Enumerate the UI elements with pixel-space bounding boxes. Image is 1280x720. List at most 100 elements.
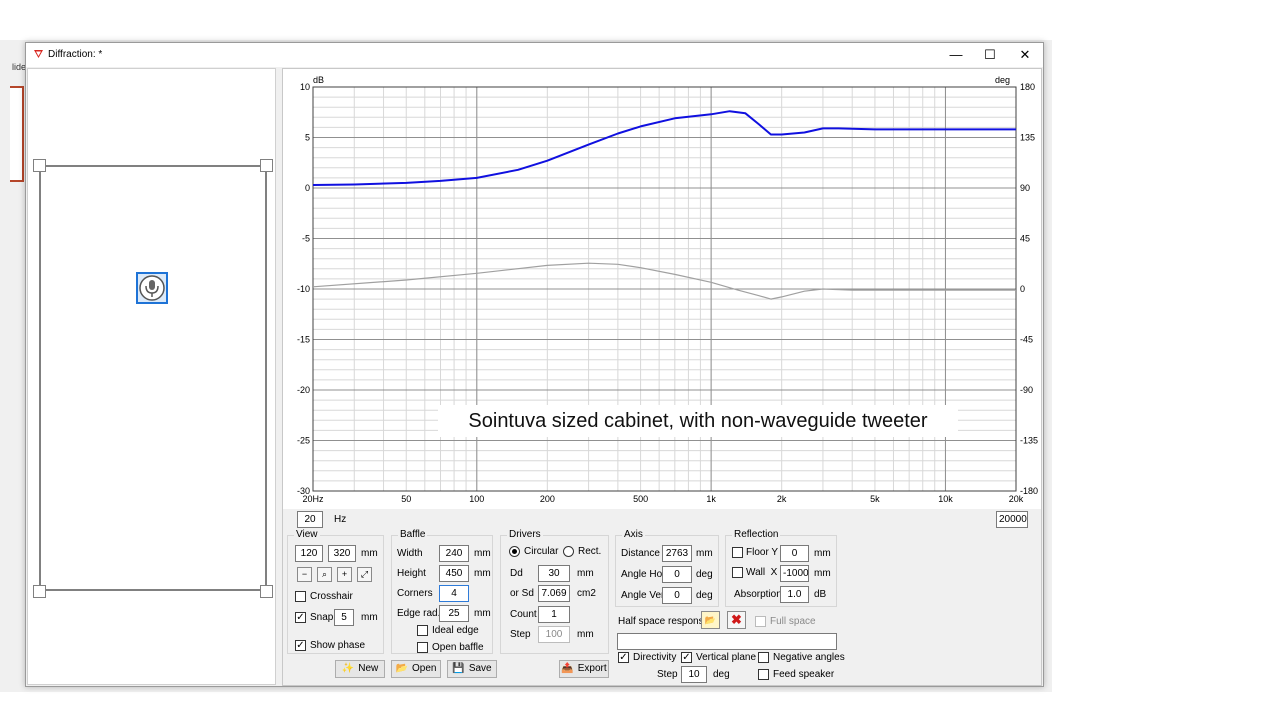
- floor-unit: mm: [814, 548, 831, 559]
- edge-rad-label: Edge rad.: [397, 608, 441, 619]
- background-snippet: lide: [12, 62, 27, 72]
- driver-icon[interactable]: [136, 272, 168, 304]
- view-width-input[interactable]: 120: [295, 545, 323, 562]
- y2-tick-label: 135: [1020, 133, 1035, 143]
- step-input[interactable]: 100: [538, 626, 570, 643]
- distance-unit: mm: [696, 548, 713, 559]
- maximize-button[interactable]: ☐: [973, 44, 1007, 66]
- snap-unit: mm: [361, 612, 378, 623]
- show-phase-label: Show phase: [310, 640, 366, 651]
- distance-input[interactable]: 2763: [662, 545, 692, 562]
- snap-label: Snap: [310, 612, 334, 623]
- open-baffle-label: Open baffle: [432, 642, 484, 653]
- resize-handle-bottom-right[interactable]: [260, 585, 273, 598]
- wall-checkbox[interactable]: [732, 567, 743, 578]
- resize-handle-bottom-left[interactable]: [33, 585, 46, 598]
- circular-radio[interactable]: [509, 546, 520, 557]
- axis-group-title: Axis: [622, 529, 645, 540]
- folder-icon[interactable]: 📂: [701, 611, 720, 629]
- ideal-edge-checkbox[interactable]: [417, 625, 428, 636]
- max-frequency-input[interactable]: 20000: [996, 511, 1028, 528]
- width-label: Width: [397, 548, 423, 559]
- drivers-group: Drivers Circular Rect. Dd 30 mm or Sd 7.…: [500, 529, 609, 654]
- background-shape: [10, 86, 24, 182]
- min-frequency-input[interactable]: 20: [297, 511, 323, 528]
- fit-icon[interactable]: ⤢: [357, 567, 372, 582]
- width-input[interactable]: 240: [439, 545, 469, 562]
- negative-angles-checkbox[interactable]: [758, 652, 769, 663]
- delete-icon[interactable]: ✖: [727, 611, 746, 629]
- folder-open-icon: 📂: [395, 663, 408, 674]
- open-button-label: Open: [411, 663, 437, 674]
- resize-handle-top-left[interactable]: [33, 159, 46, 172]
- baffle-group: Baffle Width 240 mm Height 450 mm Corner…: [391, 529, 493, 654]
- corners-label: Corners: [397, 588, 433, 599]
- zoom-in-icon[interactable]: +: [337, 567, 352, 582]
- count-input[interactable]: 1: [538, 606, 570, 623]
- directivity-checkbox[interactable]: ✓: [618, 652, 629, 663]
- wall-input[interactable]: -1000: [780, 565, 809, 582]
- angle-hor-input[interactable]: 0: [662, 566, 692, 583]
- baffle-outline[interactable]: [39, 165, 267, 591]
- feed-speaker-checkbox[interactable]: [758, 669, 769, 680]
- snap-input[interactable]: 5: [334, 609, 354, 626]
- wall-label: Wall X: [746, 567, 778, 578]
- dd-label: Dd: [510, 568, 523, 579]
- half-space-path-input[interactable]: [617, 633, 837, 650]
- absorption-label: Absorption: [734, 589, 782, 600]
- rect-radio[interactable]: [563, 546, 574, 557]
- x-tick-label: 200: [540, 494, 555, 504]
- directivity-label: Directivity: [633, 652, 677, 663]
- full-space-checkbox[interactable]: [755, 616, 766, 627]
- show-phase-checkbox[interactable]: ✓: [295, 640, 306, 651]
- floor-input[interactable]: 0: [780, 545, 809, 562]
- vertical-plane-checkbox[interactable]: ✓: [681, 652, 692, 663]
- new-button[interactable]: ✨ New: [335, 660, 385, 678]
- absorption-input[interactable]: 1.0: [780, 586, 809, 603]
- x-tick-label: 1k: [706, 494, 716, 504]
- magnitude-series-line: [312, 110, 1016, 186]
- export-button[interactable]: 📤 Export: [559, 660, 609, 678]
- corners-input[interactable]: 4: [439, 585, 469, 602]
- open-button[interactable]: 📂 Open: [391, 660, 441, 678]
- save-button[interactable]: 💾 Save: [447, 660, 497, 678]
- crosshair-checkbox[interactable]: [295, 591, 306, 602]
- resize-handle-top-right[interactable]: [260, 159, 273, 172]
- baffle-canvas[interactable]: [27, 68, 276, 685]
- options-step-input[interactable]: 10: [681, 666, 707, 683]
- angle-ver-input[interactable]: 0: [662, 587, 692, 604]
- floor-checkbox[interactable]: [732, 547, 743, 558]
- absorption-unit: dB: [814, 589, 827, 600]
- view-height-input[interactable]: 320: [328, 545, 356, 562]
- edge-rad-input[interactable]: 25: [439, 605, 469, 622]
- zoom-in-icon[interactable]: ⌕: [317, 567, 332, 582]
- angle-ver-unit: deg: [696, 590, 713, 601]
- view-group-title: View: [294, 529, 320, 540]
- response-chart[interactable]: dB deg 20Hz 50 100 200 500 1k 2k 5k 10k 20k1050-5…: [283, 69, 1041, 509]
- open-baffle-checkbox[interactable]: [417, 642, 428, 653]
- snap-checkbox[interactable]: ✓: [295, 612, 306, 623]
- microphone-icon: [139, 275, 165, 301]
- options-step-unit: deg: [713, 669, 730, 680]
- minimize-button[interactable]: —: [939, 44, 973, 66]
- floor-label: Floor Y: [746, 547, 779, 558]
- y-tick-label: -5: [302, 234, 310, 244]
- height-input[interactable]: 450: [439, 565, 469, 582]
- x-tick-label: 100: [469, 494, 484, 504]
- options-step-label: Step: [657, 669, 678, 680]
- y2-tick-label: 90: [1020, 183, 1030, 193]
- y2-tick-label: -180: [1020, 486, 1038, 496]
- x-tick-label: 10k: [938, 494, 953, 504]
- circular-label: Circular: [524, 546, 559, 557]
- dd-input[interactable]: 30: [538, 565, 570, 582]
- sd-input[interactable]: 7.069: [538, 585, 570, 602]
- title-bar[interactable]: Diffraction: * — ☐ ✕: [26, 43, 1043, 67]
- zoom-out-icon[interactable]: −: [297, 567, 312, 582]
- window-title: Diffraction: *: [48, 49, 103, 60]
- app-icon: [34, 50, 43, 58]
- sd-label: or Sd: [510, 588, 534, 599]
- edge-rad-unit: mm: [474, 608, 491, 619]
- angle-ver-label: Angle Ver: [621, 590, 665, 601]
- save-icon: 💾: [452, 663, 465, 674]
- close-button[interactable]: ✕: [1008, 44, 1042, 66]
